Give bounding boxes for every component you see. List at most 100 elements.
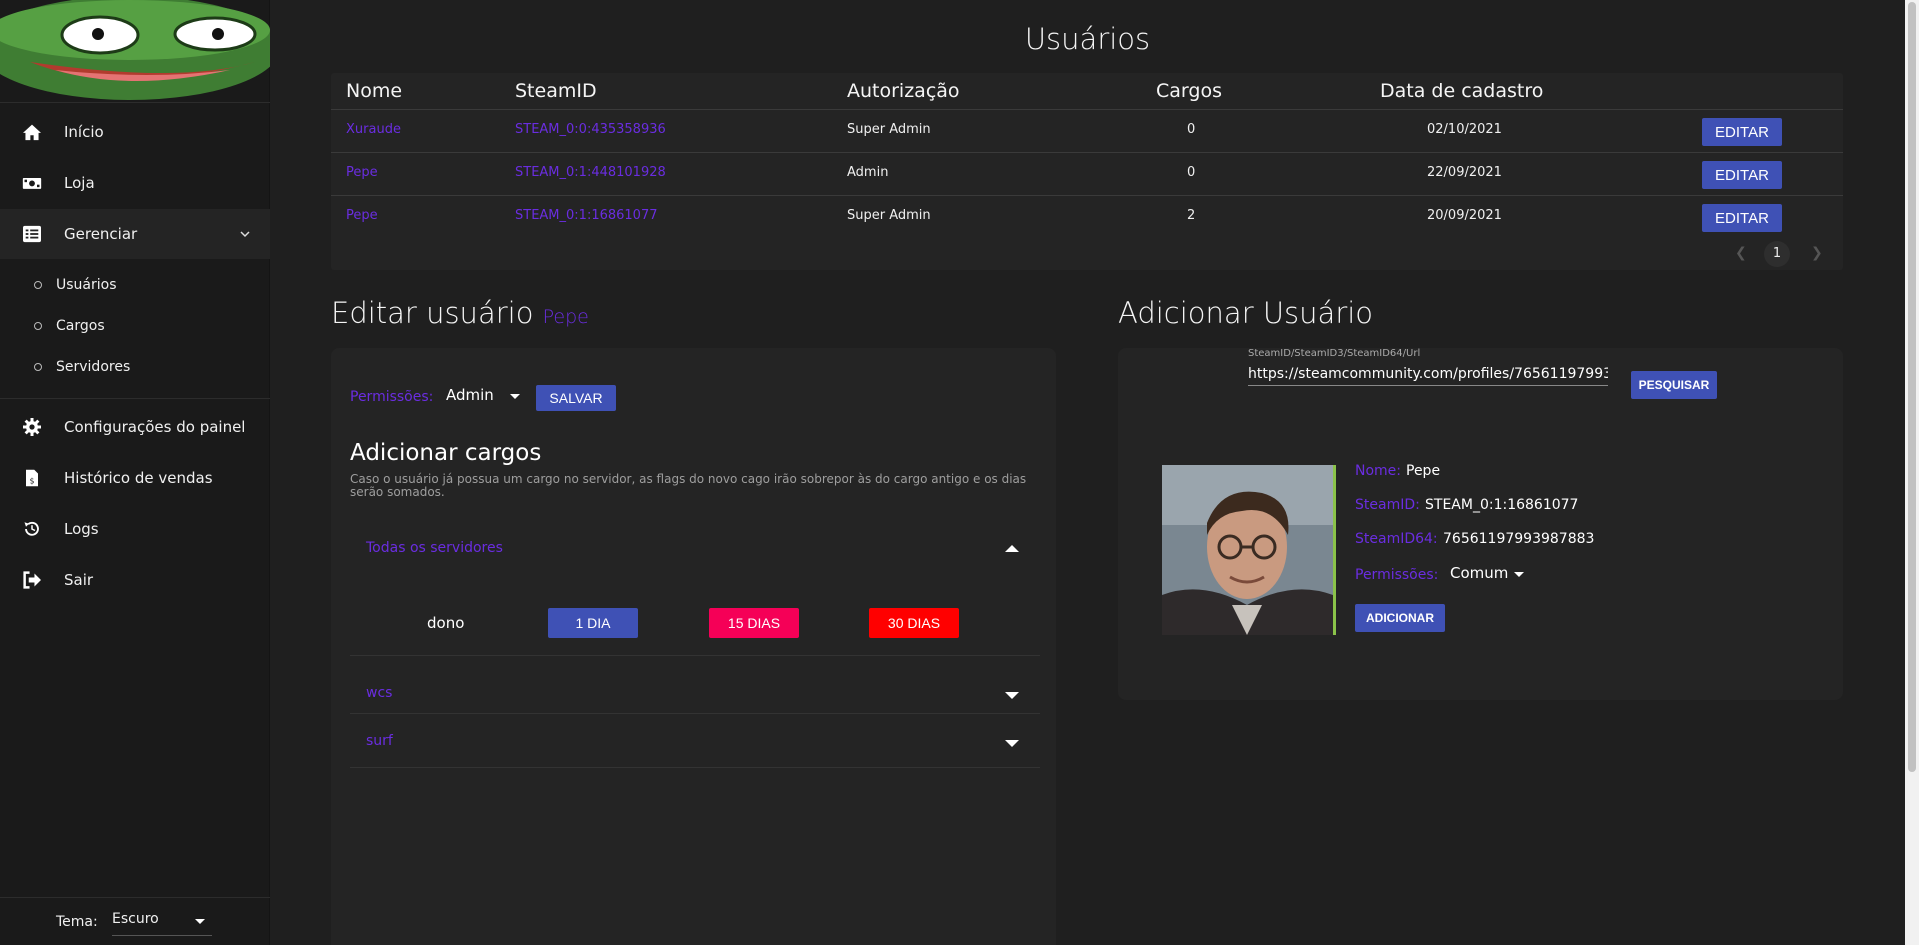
role-name: dono	[427, 614, 465, 632]
nav-logs-label: Logs	[64, 520, 99, 538]
user-auth: Admin	[847, 165, 889, 180]
page-number[interactable]: 1	[1764, 241, 1790, 267]
scrollbar-thumb[interactable]	[1908, 2, 1916, 772]
avatar	[1162, 465, 1336, 635]
save-button[interactable]: SALVAR	[536, 385, 616, 411]
sidebar-item-label: Usuários	[56, 277, 117, 293]
permission-select[interactable]: Comum	[1450, 564, 1530, 586]
edit-button[interactable]: EDITAR	[1702, 118, 1782, 146]
user-auth: Super Admin	[847, 122, 931, 137]
chevron-down-icon	[1005, 740, 1019, 747]
col-autorizacao: Autorização	[847, 80, 960, 102]
col-data: Data de cadastro	[1380, 80, 1544, 102]
chevron-down-icon	[1005, 692, 1019, 699]
edit-user-title: Editar usuário Pepe	[331, 296, 589, 330]
nav-sair[interactable]: Sair	[0, 555, 270, 605]
edit-button[interactable]: EDITAR	[1702, 161, 1782, 189]
permission-select[interactable]: Admin	[446, 386, 526, 408]
sidebar-item-cargos[interactable]: Cargos	[0, 306, 270, 346]
bullet-icon	[34, 281, 42, 289]
permission-label: Permissões:	[1355, 567, 1439, 583]
accordion-all-servers[interactable]: Todas os servidores	[331, 528, 1056, 568]
nav-inicio-label: Início	[64, 123, 104, 141]
table-row: Pepe STEAM_0:1:16861077 Super Admin 2 20…	[331, 195, 1843, 238]
svg-text:$: $	[30, 476, 35, 485]
sidebar-item-servidores[interactable]: Servidores	[0, 347, 270, 387]
user-date: 02/10/2021	[1427, 122, 1502, 137]
user-name[interactable]: Pepe	[346, 165, 378, 180]
sidebar-item-label: Servidores	[56, 359, 131, 375]
users-table: Nome SteamID Autorização Cargos Data de …	[331, 73, 1843, 270]
theme-select[interactable]: Escuro	[112, 908, 212, 936]
nav-sair-label: Sair	[64, 571, 94, 589]
user-date: 20/09/2021	[1427, 208, 1502, 223]
permission-label: Permissões:	[350, 389, 434, 405]
edit-user-card: Permissões: Admin SALVAR Adicionar cargo…	[331, 348, 1056, 945]
permission-value: Admin	[446, 386, 494, 404]
caret-down-icon	[1514, 572, 1524, 577]
search-button[interactable]: PESQUISAR	[1631, 371, 1717, 399]
sidebar-item-usuarios[interactable]: Usuários	[0, 265, 270, 305]
prev-page-icon[interactable]: ❮	[1735, 245, 1747, 261]
search-label: SteamID/SteamID3/SteamID64/Url	[1248, 348, 1421, 359]
table-row: Xuraude STEAM_0:0:435358936 Super Admin …	[331, 109, 1843, 152]
nav-logs[interactable]: Logs	[0, 504, 270, 554]
name-label: Nome:	[1355, 463, 1402, 479]
nav-loja[interactable]: Loja	[0, 158, 270, 208]
nav-gerenciar-label: Gerenciar	[64, 225, 138, 243]
page-title: Usuários	[1024, 22, 1151, 56]
nav-gerenciar[interactable]: Gerenciar	[0, 209, 270, 259]
user-steamid[interactable]: STEAM_0:0:435358936	[515, 122, 666, 137]
user-roles: 0	[1187, 165, 1196, 180]
history-icon	[24, 521, 39, 536]
pagination: ❮ 1 ❯	[1723, 241, 1843, 267]
duration-15-days-button[interactable]: 15 DIAS	[709, 608, 799, 638]
user-roles: 0	[1187, 122, 1196, 137]
pepe-logo[interactable]	[0, 0, 270, 100]
user-steamid[interactable]: STEAM_0:1:448101928	[515, 165, 666, 180]
edit-user-heading: Editar usuário	[331, 296, 534, 330]
nav-configuracoes[interactable]: Configurações do painel	[0, 402, 270, 452]
col-nome: Nome	[346, 80, 403, 102]
user-name[interactable]: Xuraude	[346, 122, 401, 137]
receipt-icon: $	[26, 469, 38, 487]
theme-value: Escuro	[112, 911, 159, 927]
accordion-wcs[interactable]: wcs	[331, 673, 1056, 713]
user-steamid[interactable]: STEAM_0:1:16861077	[515, 208, 658, 223]
accordion-surf[interactable]: surf	[331, 721, 1056, 761]
add-roles-description: Caso o usuário já possua um cargo no ser…	[350, 472, 1027, 499]
theme-bar: Tema: Escuro	[0, 897, 270, 945]
user-auth: Super Admin	[847, 208, 931, 223]
table-row: Pepe STEAM_0:1:448101928 Admin 0 22/09/2…	[331, 152, 1843, 195]
duration-30-days-button[interactable]: 30 DIAS	[869, 608, 959, 638]
nav-loja-label: Loja	[64, 174, 95, 192]
accordion-title: surf	[366, 733, 393, 749]
permission-value: Comum	[1450, 564, 1509, 582]
sidebar: Início Loja Gerenciar Usuários Cargos Se…	[0, 0, 270, 945]
nav-historico-label: Histórico de vendas	[64, 469, 213, 487]
edit-button[interactable]: EDITAR	[1702, 204, 1782, 232]
add-user-button[interactable]: ADICIONAR	[1355, 604, 1445, 632]
home-icon	[23, 124, 41, 141]
search-input[interactable]	[1248, 362, 1608, 386]
nav-inicio[interactable]: Início	[0, 107, 270, 157]
accordion-title: Todas os servidores	[366, 540, 503, 556]
money-icon	[22, 178, 42, 189]
nav-historico[interactable]: $ Histórico de vendas	[0, 453, 270, 503]
accordion-title: wcs	[366, 685, 393, 701]
duration-1-day-button[interactable]: 1 DIA	[548, 608, 638, 638]
scrollbar[interactable]	[1905, 0, 1919, 945]
name-value: Pepe	[1406, 463, 1441, 479]
col-steamid: SteamID	[515, 80, 597, 102]
logout-icon	[23, 571, 41, 589]
chevron-up-icon	[1005, 545, 1019, 552]
steamid-value: STEAM_0:1:16861077	[1425, 497, 1579, 513]
user-name[interactable]: Pepe	[346, 208, 378, 223]
bullet-icon	[34, 322, 42, 330]
steamid-label: SteamID:	[1355, 497, 1420, 513]
add-roles-title: Adicionar cargos	[350, 440, 542, 466]
nav-configuracoes-label: Configurações do painel	[64, 418, 246, 436]
add-user-title: Adicionar Usuário	[1118, 296, 1374, 330]
next-page-icon[interactable]: ❯	[1811, 245, 1823, 261]
steamid64-label: SteamID64:	[1355, 531, 1438, 547]
